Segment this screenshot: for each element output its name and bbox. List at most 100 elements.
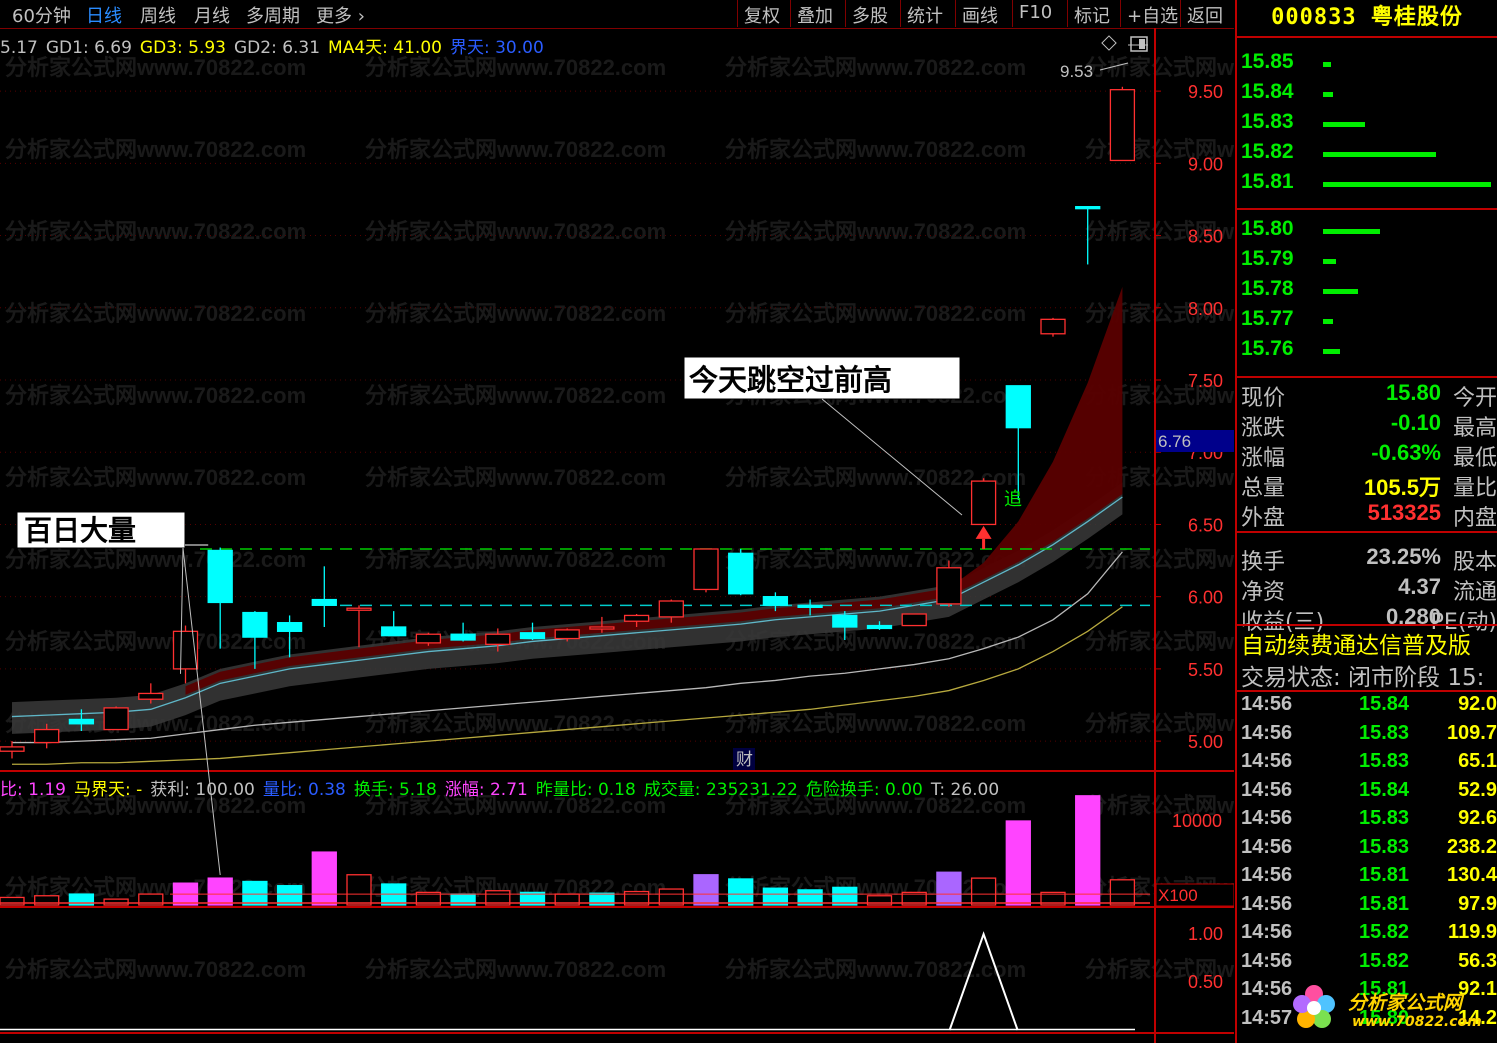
info-label-secondary: 流通 <box>1452 580 1497 605</box>
signal-tick-label: 1.00 <box>1188 924 1223 944</box>
ask-row[interactable]: 15.81 <box>1241 170 1294 200</box>
price-level: 15.76 <box>1241 337 1294 360</box>
tick-price: 15.83 <box>1359 721 1410 744</box>
candle-body <box>623 614 650 622</box>
bid-row[interactable]: 15.80 <box>1241 217 1294 247</box>
volume-bar <box>1323 229 1381 234</box>
info-value: 4.37 <box>1398 574 1441 599</box>
tick-time: 14:56 <box>1241 978 1293 1000</box>
ask-row[interactable]: 15.82 <box>1241 140 1294 170</box>
volume-bar <box>728 878 754 906</box>
candle-body <box>1040 318 1066 335</box>
watermark-text: 分析家公式网www.70822.com <box>365 301 666 326</box>
kline-chart[interactable]: 分析家公式网www.70822.com 分析家公式网www.70822.com 分析… <box>0 0 1234 1043</box>
info-label: 涨跌 <box>1241 416 1286 441</box>
info-label-secondary: 最低 <box>1452 446 1497 471</box>
signal-layer <box>0 931 1135 1031</box>
price-level: 15.83 <box>1241 110 1294 133</box>
volume-bar <box>1323 62 1332 67</box>
watermark-text: 分析家公式网www.70822.com <box>365 219 666 244</box>
volume-bar <box>1323 182 1491 187</box>
tick-volume: 119.9 <box>1448 921 1497 943</box>
volume-bar <box>276 885 303 906</box>
divider <box>1237 531 1497 533</box>
tick-row: 14:56 15.83 65.1 <box>1241 750 1497 778</box>
notice-banner[interactable]: 自动续费通达信普及版 <box>1241 626 1471 660</box>
watermark-text: 分析家公式网www.70822.com <box>5 55 306 80</box>
info-value: -0.10 <box>1390 410 1441 435</box>
y-tick-label: 8.50 <box>1188 227 1223 247</box>
tick-price: 15.84 <box>1359 693 1410 715</box>
tick-time: 14:56 <box>1241 921 1293 943</box>
price-level: 15.82 <box>1241 140 1294 163</box>
watermark-text: 分析家公式网www.70822.com <box>1085 547 1234 572</box>
volume-bar <box>0 896 25 906</box>
candle-body <box>138 692 164 700</box>
tick-volume: 92.6 <box>1458 807 1497 829</box>
candle-body <box>519 632 546 640</box>
main-indicator-5: 界天: 30.00 <box>449 38 544 58</box>
info-value: 513325 <box>1367 500 1441 525</box>
volume-bar <box>1075 795 1101 906</box>
candle-body <box>34 728 60 744</box>
info-label: 净资 <box>1241 580 1286 605</box>
price-level: 15.80 <box>1241 217 1294 240</box>
tick-volume: 130.4 <box>1446 864 1497 886</box>
watermark-text: 分析家公式网www.70822.com <box>5 137 306 162</box>
info-value: 105.5万 <box>1363 475 1441 500</box>
volume-bar <box>1323 289 1359 294</box>
volume-indicator-1: 马界天: - <box>73 780 143 800</box>
candle-body <box>0 746 25 752</box>
watermark-text: 分析家公式网www.70822.com <box>5 465 306 490</box>
volume-bar <box>1005 820 1031 906</box>
info-row: 换手 23.25% 股本 <box>1241 544 1497 575</box>
tick-time: 14:56 <box>1241 750 1293 772</box>
candle-body <box>346 607 372 611</box>
info-value: -0.63% <box>1371 440 1441 465</box>
watermark-text: 分析家公式网www.70822.com <box>365 137 666 162</box>
candle-body <box>172 630 199 670</box>
current-price-label: 6.76 <box>1158 432 1191 451</box>
watermark-text: 分析家公式网www.70822.com <box>365 383 666 408</box>
watermark-text: 分析家公式网www.70822.com <box>365 547 666 572</box>
bid-row[interactable]: 15.77 <box>1241 307 1294 337</box>
volume-bar <box>936 871 962 906</box>
info-label-secondary: 量比 <box>1452 476 1497 501</box>
diamond-icon <box>1101 35 1117 51</box>
signal-line <box>948 931 1019 1031</box>
watermark-text: 分析家公式网www.70822.com <box>1085 55 1234 80</box>
cai-label: 财 <box>736 750 753 770</box>
candle-body <box>728 552 754 595</box>
volume-indicator-9: T: 26.00 <box>930 780 1000 800</box>
ask-row[interactable]: 15.84 <box>1241 80 1294 110</box>
main-indicator-4: MA4天: 41.00 <box>328 38 442 58</box>
volume-bar <box>242 880 268 906</box>
tick-time: 14:56 <box>1241 835 1293 858</box>
bid-row[interactable]: 15.78 <box>1241 277 1294 307</box>
signal-tick-label: 0.50 <box>1188 972 1223 992</box>
tick-row: 14:56 15.83 109.7 <box>1241 722 1497 750</box>
volume-bar <box>1323 319 1334 324</box>
candle-body <box>68 718 95 725</box>
bid-row[interactable]: 15.76 <box>1241 337 1294 367</box>
volume-bar <box>311 851 337 906</box>
info-label-secondary: 今开 <box>1452 386 1497 411</box>
candle-body <box>797 604 823 608</box>
info-label-secondary: 最高 <box>1452 416 1497 441</box>
ask-row[interactable]: 15.85 <box>1241 50 1294 80</box>
watermark-text: 分析家公式网www.70822.com <box>5 383 306 408</box>
main-indicator-3: GD2: 6.31 <box>233 38 321 58</box>
panel-toggle-fill <box>1139 39 1145 49</box>
ask-row[interactable]: 15.83 <box>1241 110 1294 140</box>
candle-body <box>832 614 858 628</box>
flower-logo-icon <box>1293 985 1335 1028</box>
watermark-text: 分析家公式网www.70822.com <box>365 465 666 490</box>
divider <box>1237 376 1497 378</box>
info-row: 总量 105.5万 量比 <box>1241 470 1497 501</box>
quote-panel: 000833 粤桂股份 15.85 15.84 15.83 15.82 15.81 15… <box>1235 0 1497 1043</box>
volume-bar <box>207 877 233 906</box>
tick-time: 14:56 <box>1241 778 1293 801</box>
bid-row[interactable]: 15.79 <box>1241 247 1294 277</box>
tick-time: 14:56 <box>1241 807 1293 829</box>
price-level: 15.81 <box>1241 170 1294 193</box>
